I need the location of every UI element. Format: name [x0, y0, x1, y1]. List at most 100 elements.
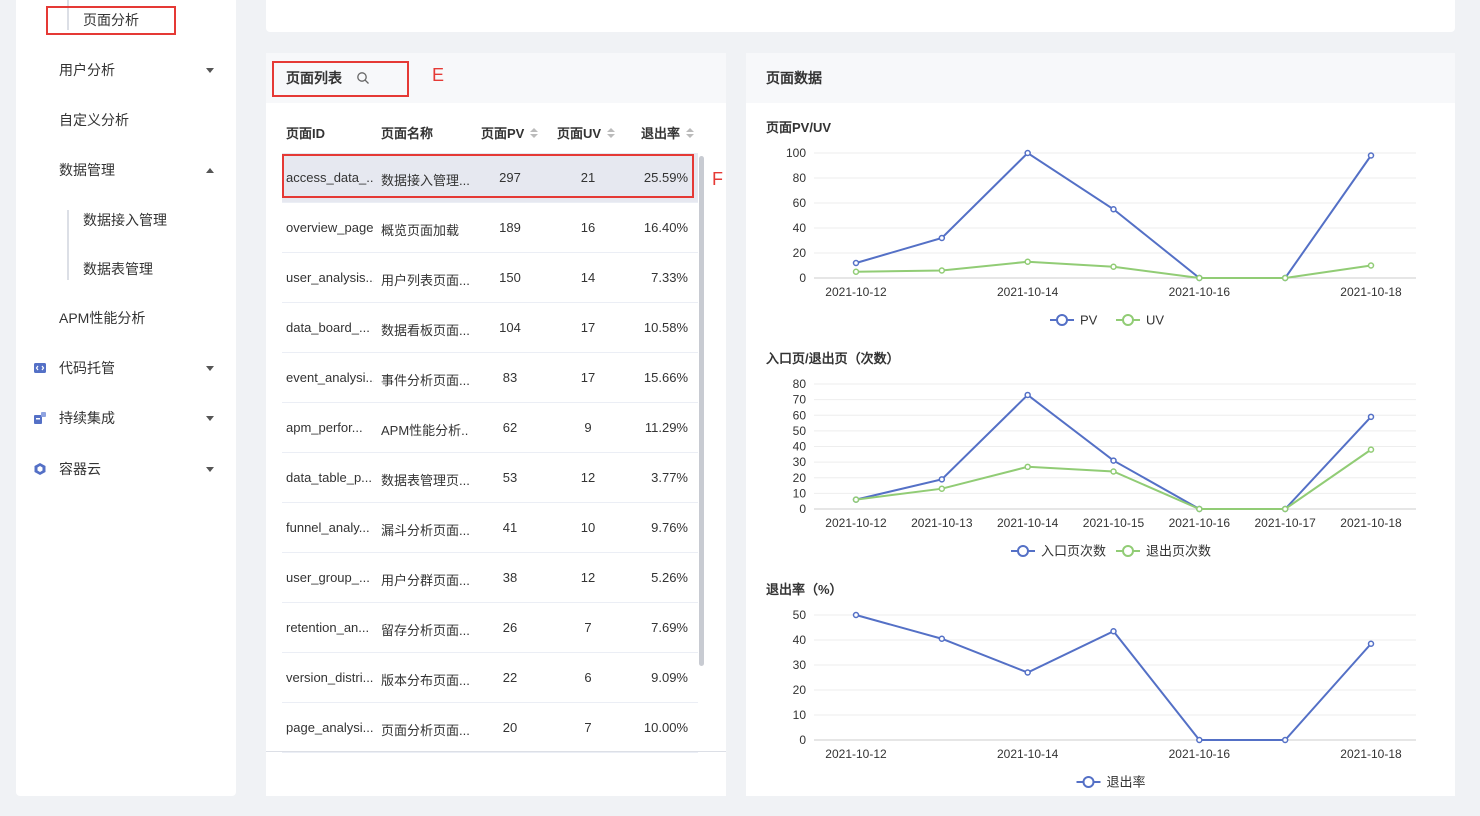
sort-icon[interactable]: [530, 127, 539, 139]
entry-exit-chart: 0 1020 3040 50 6070 80 2021-10-12 2021-10-13 202…: [793, 377, 1416, 559]
cell-uv: 12: [580, 570, 596, 585]
series-line: [855, 393, 1372, 510]
col-exit-rate[interactable]: 退出率: [641, 123, 695, 142]
col-page-uv[interactable]: 页面UV: [557, 123, 616, 142]
cell-page-id: overview_page: [286, 220, 374, 235]
sidebar-item-code-hosting[interactable]: 代码托管: [16, 348, 236, 388]
legend-label: 退出页次数: [1146, 544, 1211, 559]
data-point[interactable]: [1367, 640, 1375, 647]
data-point[interactable]: [1196, 505, 1203, 513]
sidebar-item-data-management[interactable]: 数据管理: [16, 150, 236, 190]
legend-label: 退出率: [1107, 775, 1146, 790]
cell-uv: 17: [580, 320, 596, 335]
data-point[interactable]: [852, 259, 860, 267]
data-point[interactable]: [1196, 736, 1203, 744]
cell-page-name: 用户分群页面...: [381, 573, 469, 588]
data-point[interactable]: [852, 496, 860, 503]
x-tick-label: 2021-10-18: [1340, 516, 1402, 530]
data-point[interactable]: [938, 476, 946, 483]
data-point[interactable]: [852, 611, 860, 619]
sidebar-item-custom-analysis[interactable]: 自定义分析: [16, 100, 236, 140]
data-point[interactable]: [1367, 262, 1375, 269]
pv-uv-chart: 0 20 40 60 80 100 2021-10-12 2021-10-14 2021-10-…: [786, 146, 1416, 328]
col-page-name: 页面名称: [381, 123, 433, 142]
data-point[interactable]: [1281, 274, 1289, 282]
table-row[interactable]: data_board_... 数据看板页面... 104 17 10.58%: [282, 303, 698, 353]
data-point[interactable]: [1281, 505, 1289, 513]
data-point[interactable]: [1110, 457, 1117, 464]
page-data-panel: 页面数据 页面PV/UV 0 20 40 60 80 100 2021-10-12 2021-…: [746, 53, 1455, 796]
table-row[interactable]: funnel_analy... 漏斗分析页面... 41 10 9.76%: [282, 503, 698, 553]
data-point[interactable]: [1367, 446, 1375, 453]
cell-pv: 26: [502, 620, 518, 635]
table-row[interactable]: data_table_p... 数据表管理页... 53 12 3.77%: [282, 453, 698, 503]
chart-title: 退出率（%）: [766, 582, 843, 597]
cell-page-name: 留存分析页面...: [381, 623, 469, 638]
legend-marker[interactable]: [1017, 545, 1029, 557]
x-tick-label: 2021-10-12: [825, 747, 887, 761]
annotation-box-e: [272, 61, 409, 97]
table-row[interactable]: apm_perfor... APM性能分析... 62 9 11.29%: [282, 403, 698, 453]
sidebar-item-ci[interactable]: 持续集成: [16, 398, 236, 438]
cell-uv: 9: [584, 420, 592, 435]
chevron-down-icon: [206, 365, 214, 371]
data-point[interactable]: [1110, 263, 1117, 270]
cell-page-name: 页面分析页面...: [381, 723, 469, 738]
data-point[interactable]: [1024, 391, 1031, 399]
x-tick-label: 2021-10-16: [1169, 285, 1231, 299]
data-point[interactable]: [1367, 152, 1375, 159]
table-row[interactable]: overview_page 概览页面加载 189 16 16.40%: [282, 203, 698, 253]
data-point[interactable]: [1024, 258, 1031, 265]
data-point[interactable]: [852, 268, 860, 275]
cell-page-name: 事件分析页面...: [381, 373, 469, 388]
sort-icon[interactable]: [607, 127, 616, 139]
data-point[interactable]: [1110, 628, 1117, 635]
legend-marker[interactable]: [1082, 776, 1095, 788]
sidebar-item-label: 用户分析: [59, 62, 115, 78]
sidebar-item-apm[interactable]: APM性能分析: [16, 298, 236, 338]
data-point[interactable]: [1024, 669, 1031, 676]
table-row[interactable]: event_analysi... 事件分析页面... 83 17 15.66%: [282, 353, 698, 403]
table-row[interactable]: page_analysi... 页面分析页面... 20 7 10.00%: [282, 703, 698, 753]
cell-page-id: data_board_...: [286, 320, 370, 335]
data-point[interactable]: [938, 485, 946, 492]
x-tick-label: 2021-10-14: [997, 285, 1059, 299]
cell-exit-rate: 7.33%: [651, 270, 688, 285]
table-row[interactable]: user_analysis... 用户列表页面... 150 14 7.33%: [282, 253, 698, 303]
data-point[interactable]: [1367, 413, 1375, 421]
data-point[interactable]: [938, 234, 946, 242]
data-point[interactable]: [1110, 206, 1117, 213]
table-row[interactable]: retention_an... 留存分析页面... 26 7 7.69%: [282, 603, 698, 653]
data-point[interactable]: [1110, 468, 1117, 475]
cell-pv: 41: [502, 520, 518, 535]
cell-uv: 6: [584, 670, 592, 685]
col-page-pv[interactable]: 页面PV: [481, 123, 539, 142]
cell-exit-rate: 3.77%: [651, 470, 688, 485]
sidebar-item-container-cloud[interactable]: 容器云: [16, 449, 236, 489]
scrollbar[interactable]: [699, 156, 704, 666]
legend-marker[interactable]: [1122, 314, 1134, 326]
sidebar-item-data-access[interactable]: 数据接入管理: [16, 200, 236, 240]
data-point[interactable]: [938, 267, 946, 274]
sidebar-item-user-analysis[interactable]: 用户分析: [16, 50, 236, 90]
table-row[interactable]: version_distri... 版本分布页面... 22 6 9.09%: [282, 653, 698, 703]
sidebar-item-data-table[interactable]: 数据表管理: [16, 249, 236, 289]
data-point[interactable]: [1024, 463, 1031, 471]
cell-page-id: user_analysis...: [286, 270, 374, 285]
y-tick-label: 100: [786, 146, 806, 160]
table-row[interactable]: user_group_... 用户分群页面... 38 12 5.26%: [282, 553, 698, 603]
data-point[interactable]: [1196, 274, 1203, 282]
legend-marker[interactable]: [1056, 314, 1068, 326]
cell-page-id: event_analysi...: [286, 370, 374, 385]
y-tick-label: 80: [793, 171, 807, 185]
cell-exit-rate: 9.09%: [651, 670, 688, 685]
sort-icon[interactable]: [686, 127, 695, 139]
data-point[interactable]: [1281, 736, 1289, 744]
data-point[interactable]: [938, 635, 946, 642]
y-tick-label: 0: [799, 271, 806, 285]
data-point[interactable]: [1024, 149, 1031, 157]
page-data-title: 页面数据: [766, 70, 822, 86]
legend-marker[interactable]: [1122, 545, 1134, 557]
y-tick-label: 40: [793, 440, 807, 454]
y-tick-label: 70: [793, 393, 807, 407]
